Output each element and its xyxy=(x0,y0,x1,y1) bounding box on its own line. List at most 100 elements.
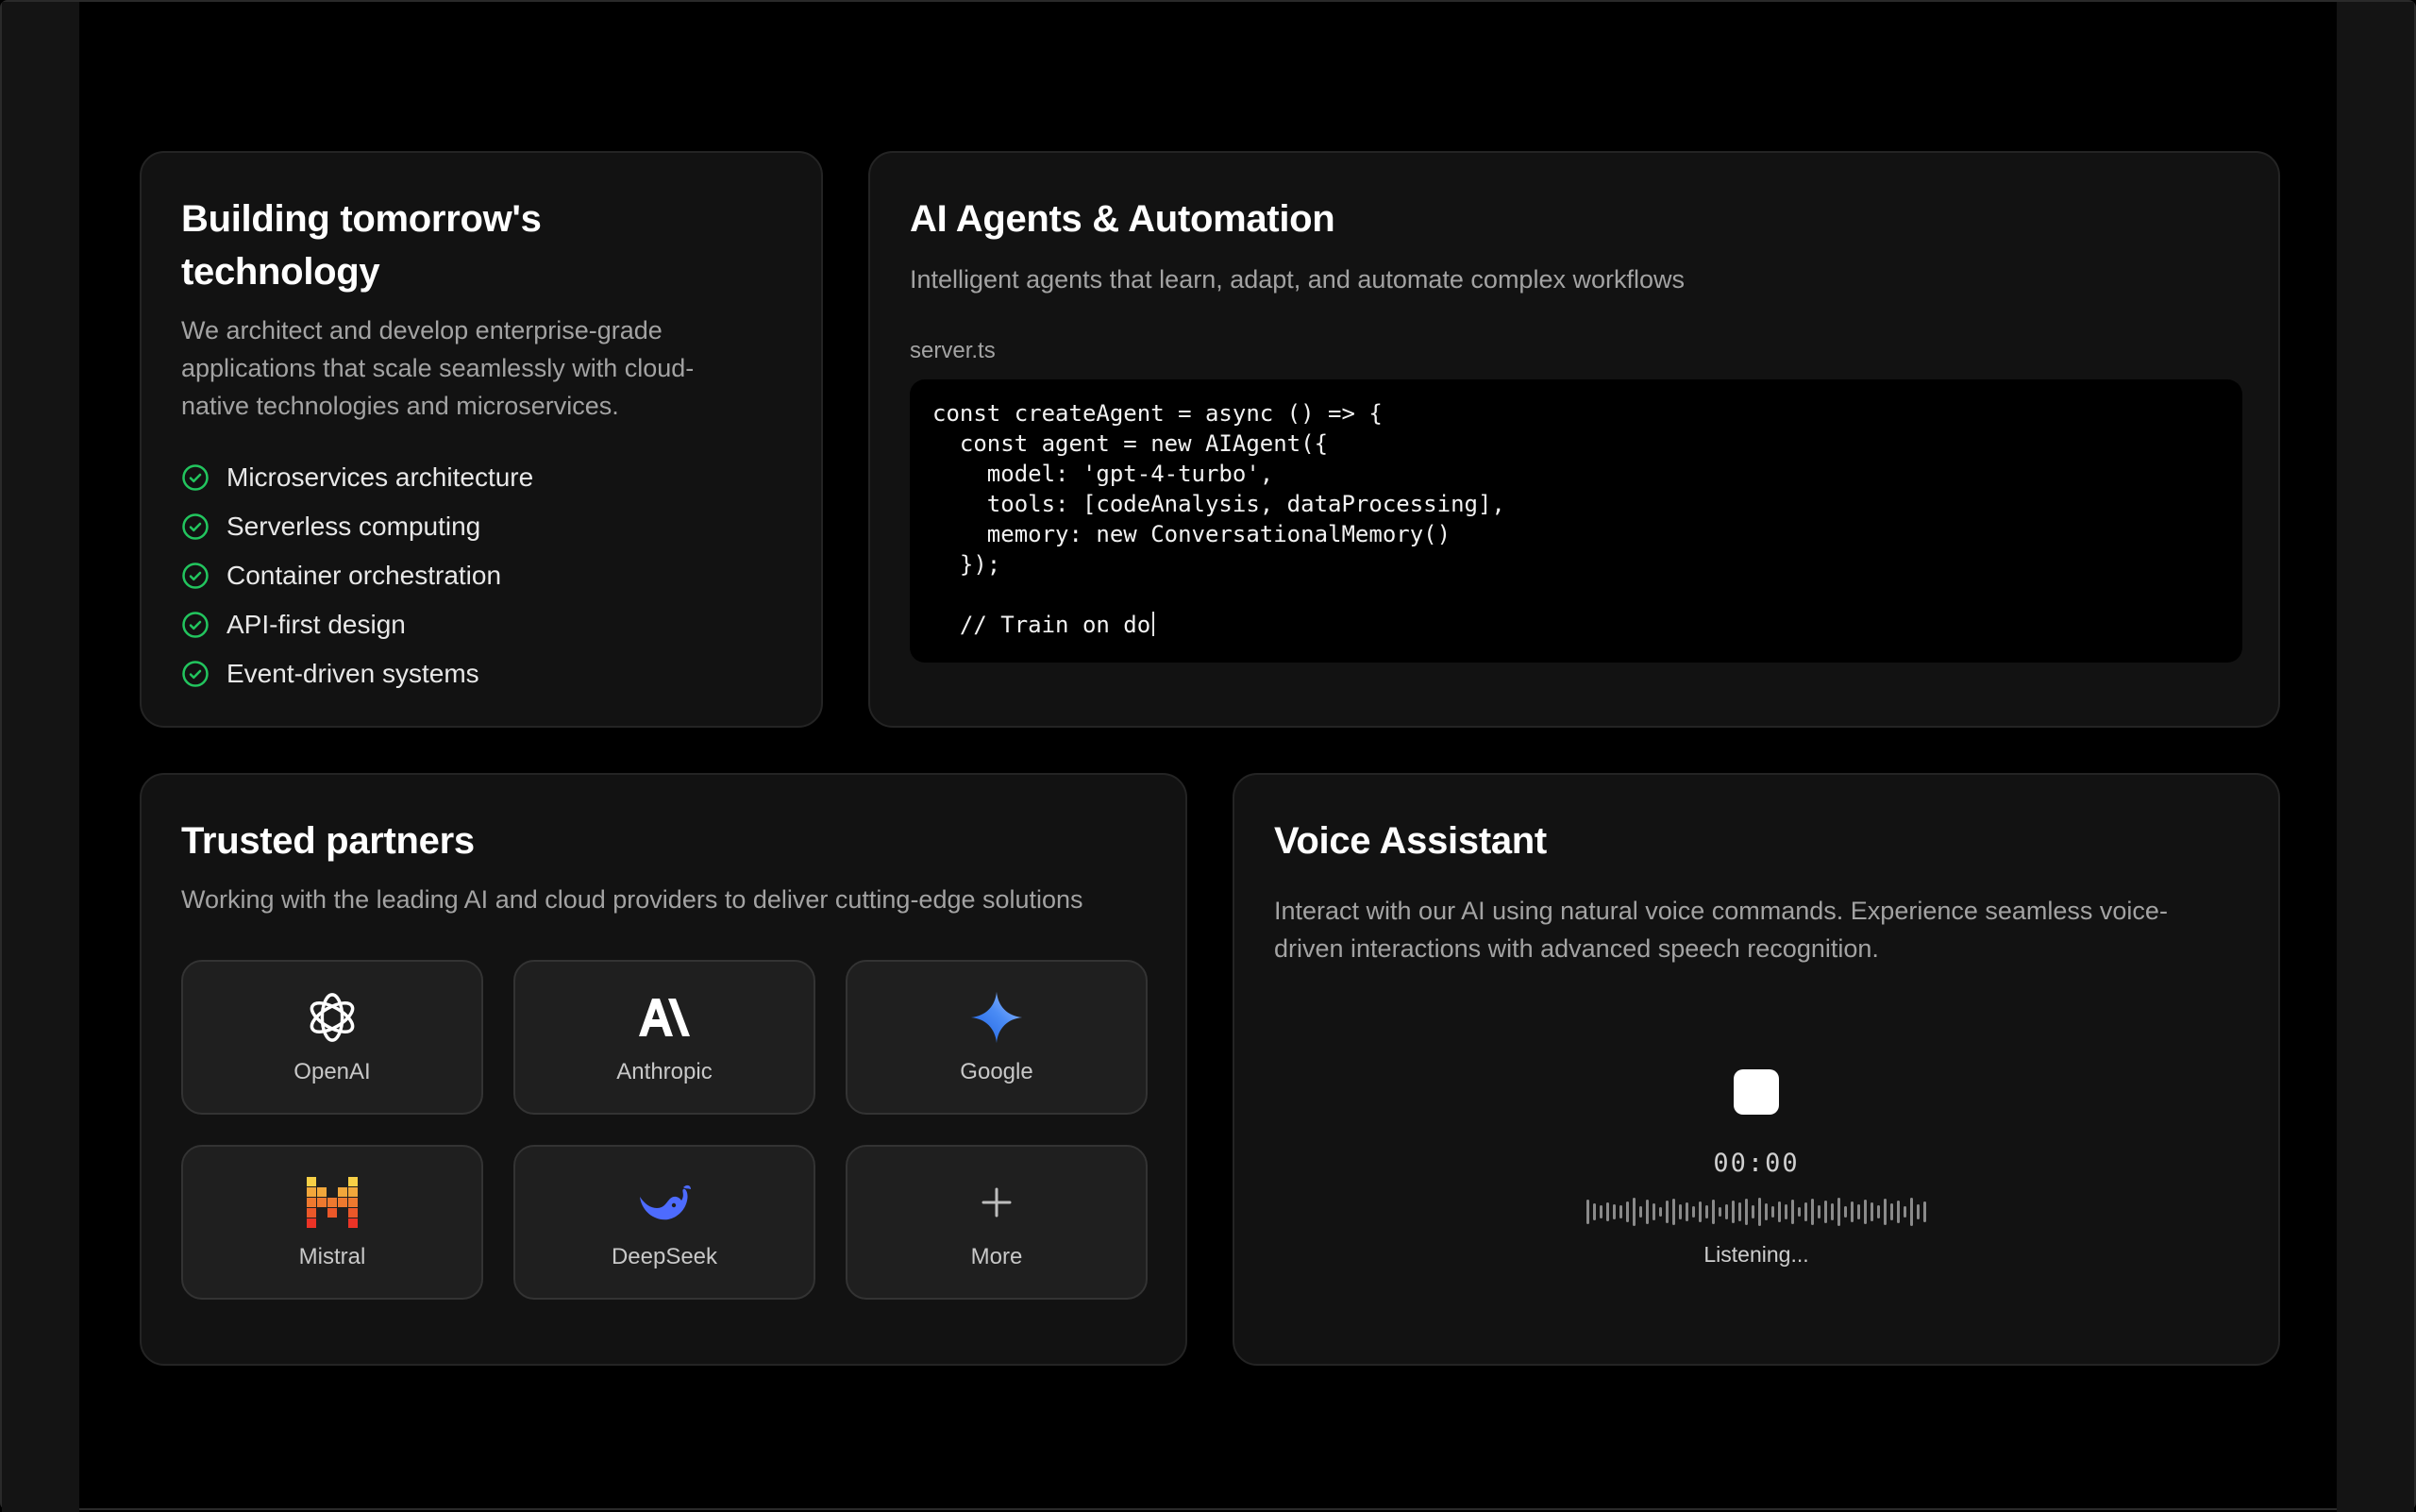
voice-assistant-description: Interact with our AI using natural voice… xyxy=(1274,897,2168,963)
waveform-bar xyxy=(1811,1199,1814,1225)
feature-label: Event-driven systems xyxy=(226,659,479,688)
waveform-bar xyxy=(1758,1198,1761,1226)
waveform-bar xyxy=(1798,1207,1801,1217)
check-circle-icon xyxy=(182,661,209,687)
code-line: const agent = new AIAgent({ xyxy=(932,430,1329,457)
waveform-bar xyxy=(1910,1198,1913,1226)
partners-card-title: Trusted partners xyxy=(181,820,475,862)
waveform-bar xyxy=(1877,1205,1880,1218)
code-line-text: // Train on do xyxy=(932,612,1151,638)
waveform-bar xyxy=(1593,1203,1596,1220)
waveform-bar xyxy=(1586,1200,1589,1224)
waveform-bar xyxy=(1719,1207,1721,1217)
stop-recording-button[interactable] xyxy=(1734,1069,1779,1115)
plus-icon xyxy=(968,1174,1025,1231)
technology-card: Building tomorrow's technology We archit… xyxy=(140,151,823,728)
right-panel xyxy=(2337,2,2414,1512)
technology-card-title: Building tomorrow's technology xyxy=(181,198,542,293)
waveform-bar xyxy=(1785,1204,1787,1219)
partner-name: More xyxy=(970,1244,1023,1269)
voice-recorder: 00:00 Listening... xyxy=(1234,1069,2278,1268)
partner-mistral[interactable]: Mistral xyxy=(181,1145,483,1300)
waveform-bar xyxy=(1791,1200,1794,1224)
google-gemini-icon xyxy=(968,989,1025,1046)
waveform-bar xyxy=(1686,1202,1688,1221)
waveform-bar xyxy=(1653,1203,1655,1220)
ai-agents-card-title: AI Agents & Automation xyxy=(910,198,1335,240)
waveform-bar xyxy=(1732,1201,1735,1223)
waveform-bar xyxy=(1659,1207,1662,1217)
partner-openai[interactable]: OpenAI xyxy=(181,960,483,1115)
feature-item: Microservices architecture xyxy=(181,453,781,502)
waveform-bar xyxy=(1752,1205,1754,1218)
partner-name: Google xyxy=(960,1059,1033,1084)
check-circle-icon xyxy=(182,464,209,491)
app-window: Building tomorrow's technology We archit… xyxy=(0,0,2416,1512)
ai-agents-card: AI Agents & Automation Intelligent agent… xyxy=(868,151,2280,728)
waveform-bar xyxy=(1679,1204,1682,1219)
partner-more[interactable]: More xyxy=(846,1145,1148,1300)
waveform-bar xyxy=(1884,1199,1887,1225)
waveform-bar xyxy=(1917,1204,1920,1219)
code-line: const createAgent = async () => { xyxy=(932,400,1383,427)
partner-anthropic[interactable]: Anthropic xyxy=(513,960,815,1115)
partner-name: OpenAI xyxy=(294,1059,371,1084)
feature-label: Serverless computing xyxy=(226,512,481,541)
waveform-bar xyxy=(1692,1206,1695,1218)
voice-assistant-title: Voice Assistant xyxy=(1274,820,1547,862)
code-line: model: 'gpt-4-turbo', xyxy=(932,461,1274,487)
waveform-bar xyxy=(1818,1205,1820,1218)
waveform-bar xyxy=(1600,1205,1602,1218)
waveform-bar xyxy=(1765,1203,1768,1220)
waveform-bar xyxy=(1864,1200,1867,1224)
waveform-bar xyxy=(1666,1201,1669,1223)
partner-google[interactable]: Google xyxy=(846,960,1148,1115)
technology-card-description: We architect and develop enterprise-grad… xyxy=(181,316,695,420)
check-circle-icon xyxy=(182,513,209,540)
waveform-bar xyxy=(1837,1198,1840,1226)
partner-name: Mistral xyxy=(298,1244,366,1269)
mistral-icon xyxy=(304,1174,361,1231)
waveform-bar xyxy=(1646,1200,1649,1224)
code-line: tools: [codeAnalysis, dataProcessing], xyxy=(932,491,1505,517)
waveform-bar xyxy=(1871,1202,1873,1221)
waveform-bar xyxy=(1745,1199,1748,1225)
code-editor[interactable]: const createAgent = async () => { const … xyxy=(910,379,2242,663)
waveform-bar xyxy=(1738,1202,1741,1221)
text-cursor xyxy=(1152,612,1155,636)
code-line: memory: new ConversationalMemory() xyxy=(932,521,1451,547)
code-line-active: // Train on do xyxy=(932,610,2220,640)
check-circle-icon xyxy=(182,563,209,589)
waveform-bar xyxy=(1890,1203,1893,1220)
feature-list: Microservices architecture Serverless co… xyxy=(181,453,781,698)
anthropic-icon xyxy=(636,989,693,1046)
partners-card-description: Working with the leading AI and cloud pr… xyxy=(181,885,1083,914)
voice-assistant-card: Voice Assistant Interact with our AI usi… xyxy=(1233,773,2280,1366)
waveform-bar xyxy=(1844,1206,1847,1218)
partners-grid: OpenAI Anthropic Google Mistral DeepSeek… xyxy=(181,960,1148,1300)
check-circle-icon xyxy=(182,612,209,638)
partner-deepseek[interactable]: DeepSeek xyxy=(513,1145,815,1300)
feature-item: Event-driven systems xyxy=(181,649,781,698)
feature-item: Serverless computing xyxy=(181,502,781,551)
left-panel xyxy=(2,2,79,1512)
feature-label: API-first design xyxy=(226,610,406,639)
waveform-bar xyxy=(1705,1205,1708,1218)
deepseek-icon xyxy=(636,1174,693,1231)
waveform-bar xyxy=(1897,1201,1900,1223)
feature-item: Container orchestration xyxy=(181,551,781,600)
partner-name: DeepSeek xyxy=(611,1244,718,1269)
partner-name: Anthropic xyxy=(616,1059,713,1084)
waveform-bar xyxy=(1672,1199,1675,1225)
waveform-bar xyxy=(1712,1200,1715,1224)
waveform-bar xyxy=(1923,1201,1926,1222)
waveform-bar xyxy=(1725,1204,1728,1219)
audio-waveform xyxy=(1586,1195,1926,1229)
waveform-bar xyxy=(1626,1201,1629,1222)
waveform-bar xyxy=(1851,1201,1854,1222)
partners-card: Trusted partners Working with the leadin… xyxy=(140,773,1187,1366)
code-line: }); xyxy=(932,551,1001,578)
code-filename: server.ts xyxy=(910,338,996,363)
waveform-bar xyxy=(1771,1206,1774,1218)
